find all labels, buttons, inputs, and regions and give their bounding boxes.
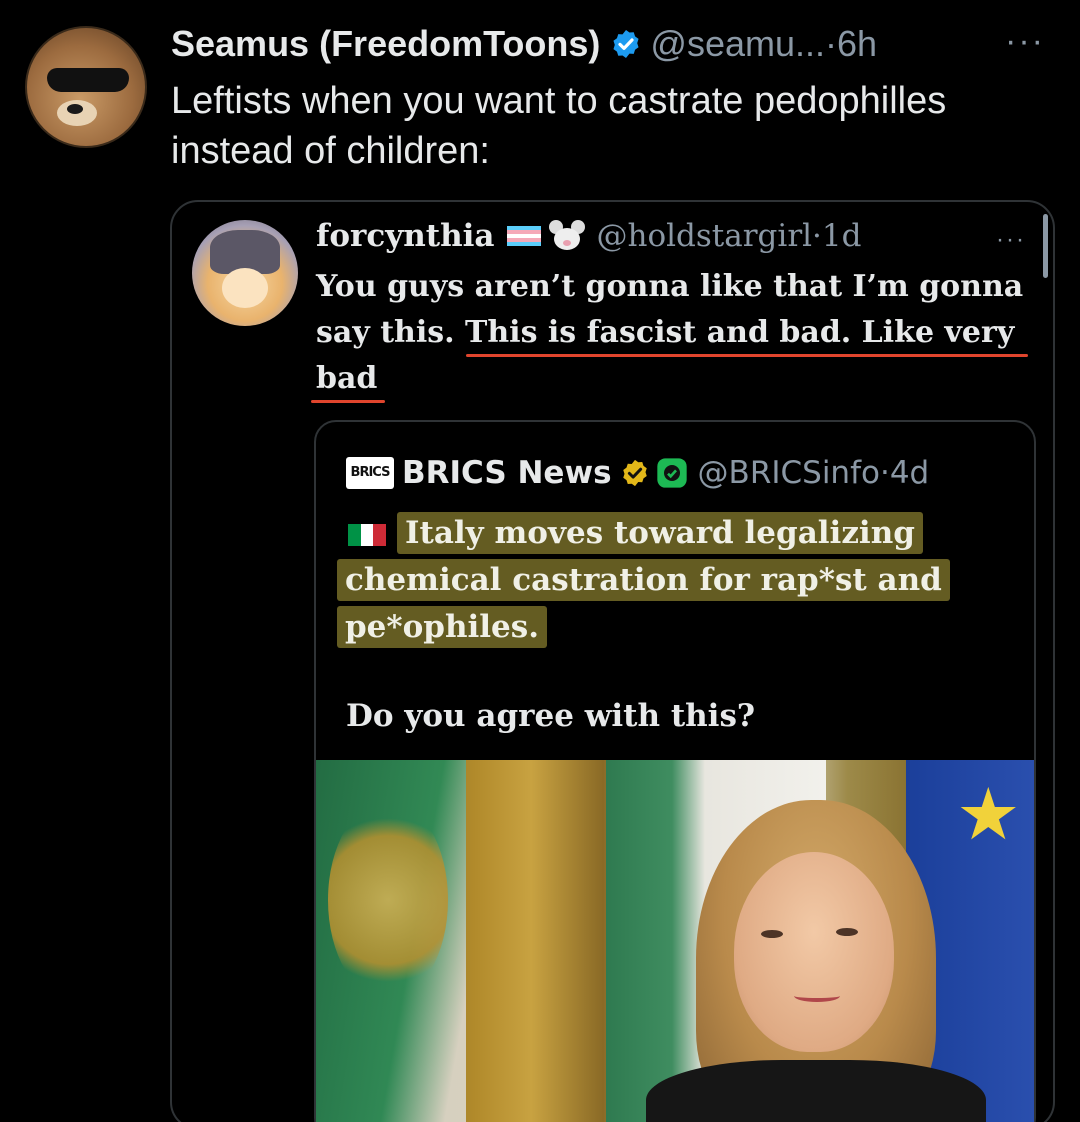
nested-author-handle[interactable]: @BRICSinfo: [698, 455, 880, 491]
italy-flag-icon: [348, 524, 387, 546]
red-underline-annotation: [466, 354, 1028, 357]
jacket-shape: [646, 1060, 986, 1122]
quoted-tweet-header: forcynthia @holdstargirl · 1d: [316, 212, 861, 260]
quoted-timestamp[interactable]: 1d: [822, 218, 862, 254]
nose-shape: [67, 104, 83, 114]
star-icon: ★: [956, 775, 1021, 855]
quoted-more-options-icon[interactable]: ···: [996, 226, 1026, 254]
red-underline-annotation: [311, 400, 385, 403]
quoted-author-display-name[interactable]: forcynthia: [316, 218, 495, 254]
nested-timestamp[interactable]: 4d: [890, 455, 929, 491]
highlighted-headline-line: Italy moves toward legalizing: [397, 512, 923, 554]
author-handle[interactable]: @seamu...: [650, 23, 825, 65]
more-options-icon[interactable]: ···: [1005, 22, 1045, 61]
mouth-shape: [794, 990, 840, 1002]
mouse-face-icon: [548, 220, 585, 252]
eye-shape: [836, 928, 858, 936]
eye-shape: [761, 930, 783, 938]
quoted-author-handle[interactable]: @holdstargirl: [597, 218, 813, 254]
author-display-name[interactable]: Seamus (FreedomToons): [171, 23, 600, 65]
tweet-text: Leftists when you want to castrate pedop…: [171, 80, 947, 172]
highlighted-headline-line: chemical castration for rap*st and: [337, 559, 950, 601]
face-shape: [222, 268, 268, 308]
nested-author-display-name[interactable]: BRICS News: [402, 455, 612, 491]
affiliate-badge-icon: [656, 458, 687, 488]
scrollbar[interactable]: [1043, 214, 1048, 278]
author-avatar[interactable]: [25, 26, 147, 148]
tweet-header: Seamus (FreedomToons) @seamu... · 6h: [171, 20, 877, 68]
brics-logo: BRICS: [346, 457, 394, 489]
separator-dot: ·: [812, 218, 822, 254]
sunglasses-shape: [47, 68, 129, 92]
face-shape: [734, 852, 894, 1052]
quoted-tweet-text: You guys aren’t gonna like that I’m gonn…: [316, 269, 1024, 396]
timestamp[interactable]: 6h: [837, 23, 877, 65]
transgender-flag-icon: [506, 226, 541, 246]
nested-tweet-header: BRICS BRICS News @BRICSinfo · 4d: [346, 450, 929, 496]
highlighted-headline-line: pe*ophiles.: [337, 606, 548, 648]
nested-question-text: Do you agree with this?: [346, 698, 756, 734]
separator-dot: ·: [825, 23, 838, 64]
separator-dot: ·: [879, 455, 890, 491]
gold-verified-badge-icon: [622, 459, 647, 487]
quoted-author-avatar[interactable]: [192, 220, 298, 326]
verified-badge-icon: [613, 30, 639, 58]
emblem-shape: [328, 800, 448, 1000]
attached-photo[interactable]: ★: [316, 760, 1034, 1122]
